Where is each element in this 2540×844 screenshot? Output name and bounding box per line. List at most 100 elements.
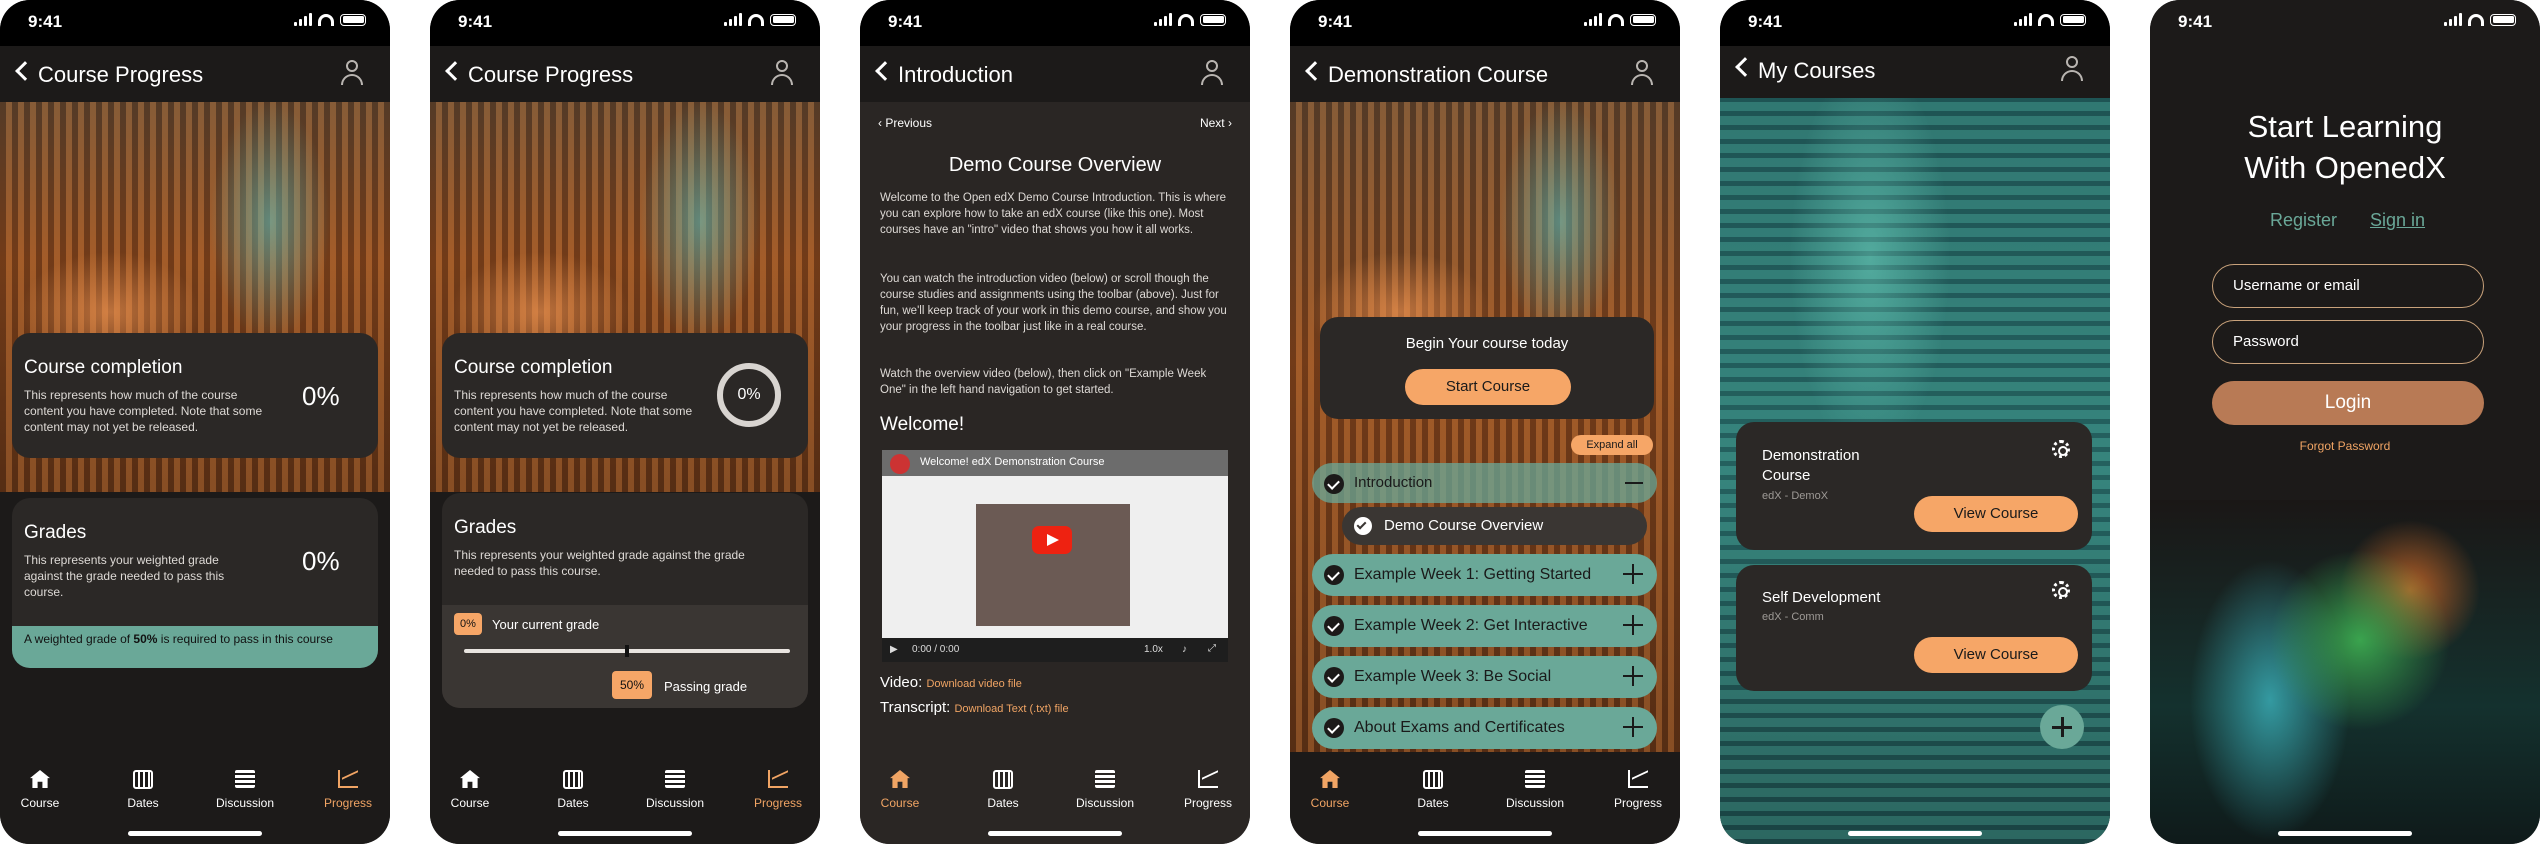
course-card-self-development[interactable]: Self Development edX - Comm View Course — [1736, 565, 2092, 691]
course-card-demonstration[interactable]: Demonstration Course edX - DemoX View Co… — [1736, 422, 2092, 550]
tab-progress[interactable]: Progress — [308, 770, 388, 810]
play-button[interactable] — [1032, 526, 1072, 554]
tab-course[interactable]: Course — [430, 770, 510, 810]
back-icon[interactable] — [1735, 57, 1755, 77]
download-transcript-link[interactable]: Download Text (.txt) file — [954, 703, 1068, 715]
tab-course[interactable]: Course — [860, 770, 940, 810]
back-icon[interactable] — [875, 61, 895, 81]
section-exams[interactable]: About Exams and Certificates — [1312, 707, 1657, 749]
previous-label: Previous — [885, 116, 933, 130]
profile-icon[interactable] — [1200, 60, 1224, 88]
start-course-button[interactable]: Start Course — [1405, 369, 1571, 405]
signin-tab[interactable]: Sign in — [2370, 210, 2425, 231]
add-course-button[interactable] — [2040, 705, 2084, 749]
volume-icon[interactable]: ♪ — [1182, 644, 1187, 655]
settings-icon[interactable] — [2052, 440, 2070, 458]
section-week-1[interactable]: Example Week 1: Getting Started — [1312, 554, 1657, 596]
status-time: 9:41 — [2178, 12, 2213, 31]
register-tab[interactable]: Register — [2270, 210, 2337, 231]
tab-dates[interactable]: Dates — [103, 770, 183, 810]
status-bar: 9:41 — [1290, 0, 1680, 46]
subsection-demo-overview[interactable]: Demo Course Overview — [1342, 507, 1647, 545]
expand-icon[interactable] — [1623, 666, 1643, 686]
tab-discussion[interactable]: Discussion — [1065, 770, 1145, 810]
tab-dates[interactable]: Dates — [963, 770, 1043, 810]
welcome-heading: Welcome! — [880, 414, 965, 435]
status-time: 9:41 — [458, 12, 493, 31]
tab-course[interactable]: Course — [1290, 770, 1370, 810]
heading-line-2: With OpenedX — [2244, 150, 2446, 185]
nav-bar: Introduction — [860, 46, 1250, 102]
screen-introduction: 9:41 Introduction ‹ Previous Next › Demo… — [860, 0, 1250, 844]
course-completion-card: Course completion This represents how mu… — [12, 333, 378, 458]
profile-icon[interactable] — [1630, 60, 1654, 88]
tab-progress[interactable]: Progress — [1598, 770, 1678, 810]
tab-discussion[interactable]: Discussion — [1495, 770, 1575, 810]
video-player[interactable]: Welcome! edX Demonstration Course ▶ 0:00… — [882, 450, 1228, 662]
status-bar: 9:41 — [1720, 0, 2110, 46]
profile-icon[interactable] — [2060, 56, 2084, 84]
settings-icon[interactable] — [2052, 581, 2070, 599]
course-name: Self Development — [1762, 589, 1881, 606]
view-course-button[interactable]: View Course — [1914, 496, 2078, 532]
video-speed[interactable]: 1.0x — [1144, 644, 1163, 655]
section-label: Example Week 1: Getting Started — [1354, 566, 1592, 583]
expand-icon[interactable] — [1623, 615, 1643, 635]
current-grade-badge: 0% — [454, 613, 482, 635]
forgot-password-link[interactable]: Forgot Password — [2150, 439, 2540, 453]
section-week-2[interactable]: Example Week 2: Get Interactive — [1312, 605, 1657, 647]
video-thumbnail — [976, 504, 1130, 626]
nav-bar: My Courses — [1720, 46, 2110, 98]
status-bar: 9:41 — [860, 0, 1250, 46]
signal-icon — [1154, 13, 1172, 26]
wifi-icon — [748, 13, 764, 26]
previous-link[interactable]: ‹ Previous — [878, 116, 932, 130]
back-icon[interactable] — [15, 61, 35, 81]
passing-grade-label: Passing grade — [664, 679, 748, 694]
course-name: Demonstration Course — [1762, 447, 1860, 484]
expand-icon[interactable] — [1623, 717, 1643, 737]
tab-bar: Course Dates Discussion Progress — [0, 758, 390, 844]
tab-progress[interactable]: Progress — [738, 770, 818, 810]
tab-dates[interactable]: Dates — [533, 770, 613, 810]
fullscreen-icon[interactable]: ⤢ — [1208, 643, 1216, 654]
password-field[interactable]: Password — [2212, 320, 2484, 364]
profile-icon[interactable] — [340, 60, 364, 88]
profile-icon[interactable] — [770, 60, 794, 88]
view-course-button[interactable]: View Course — [1914, 637, 2078, 673]
grades-card: Grades This represents your weighted gra… — [12, 498, 378, 668]
completion-percent: 0% — [302, 381, 340, 411]
discussion-icon — [235, 770, 255, 788]
tab-label: Progress — [1183, 796, 1233, 810]
expand-icon[interactable] — [1623, 564, 1643, 584]
signal-icon — [724, 13, 742, 26]
username-field[interactable]: Username or email — [2212, 264, 2484, 308]
section-introduction[interactable]: Introduction — [1312, 463, 1657, 503]
tab-bar: Course Dates Discussion Progress — [860, 758, 1250, 844]
section-week-3[interactable]: Example Week 3: Be Social — [1312, 656, 1657, 698]
login-button[interactable]: Login — [2212, 381, 2484, 425]
tab-dates[interactable]: Dates — [1393, 770, 1473, 810]
tab-discussion[interactable]: Discussion — [635, 770, 715, 810]
note-suffix: is required to pass in this course — [157, 632, 333, 646]
back-icon[interactable] — [1305, 61, 1325, 81]
progress-icon — [768, 770, 788, 788]
expand-all-button[interactable]: Expand all — [1571, 435, 1653, 455]
wifi-icon — [2038, 13, 2054, 26]
tab-bar: Course Dates Discussion Progress — [1290, 758, 1680, 844]
next-link[interactable]: Next › — [1200, 116, 1232, 130]
tab-label: Progress — [323, 796, 373, 810]
tab-discussion[interactable]: Discussion — [205, 770, 285, 810]
tab-progress[interactable]: Progress — [1168, 770, 1248, 810]
status-time: 9:41 — [888, 12, 923, 31]
signal-icon — [2014, 13, 2032, 26]
tab-course[interactable]: Course — [0, 770, 80, 810]
progress-icon — [1628, 770, 1648, 788]
calendar-icon — [1423, 770, 1443, 789]
collapse-icon[interactable] — [1625, 482, 1643, 484]
back-icon[interactable] — [445, 61, 465, 81]
play-icon[interactable]: ▶ — [890, 644, 898, 655]
screen-my-courses: 9:41 My Courses Demonstration Course edX… — [1720, 0, 2110, 844]
check-icon — [1324, 474, 1344, 494]
download-video-link[interactable]: Download video file — [926, 678, 1021, 690]
